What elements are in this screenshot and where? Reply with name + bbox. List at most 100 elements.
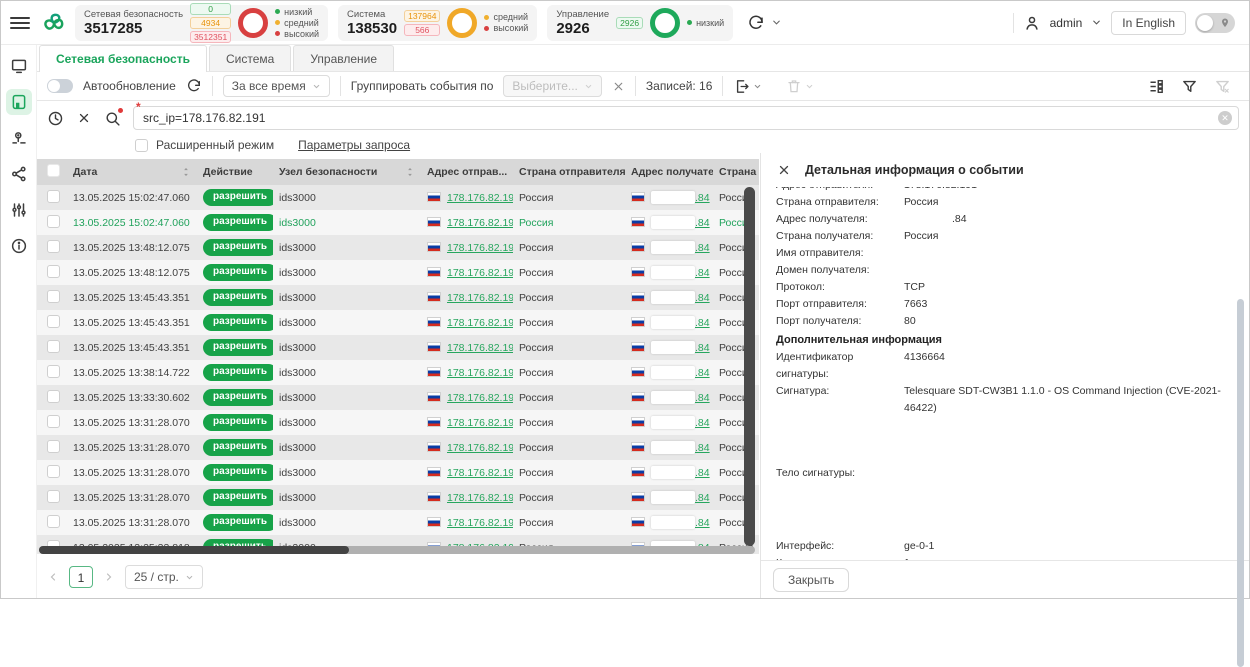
table-row[interactable]: 13.05.2025 13:45:43.351 разрешить ids300…: [37, 310, 759, 335]
row-checkbox[interactable]: [47, 289, 60, 303]
table-row[interactable]: 13.05.2025 15:02:47.060 разрешить ids300…: [37, 185, 759, 210]
row-checkbox[interactable]: [47, 464, 60, 478]
row-checkbox[interactable]: [47, 489, 60, 503]
page-size-select[interactable]: 25 / стр.: [125, 565, 203, 589]
delete-button[interactable]: [786, 78, 814, 94]
row-checkbox[interactable]: [47, 214, 60, 228]
status-card[interactable]: Сетевая безопасность 3517285 0 4934 351235…: [75, 2, 329, 43]
table-row[interactable]: 13.05.2025 13:45:43.351 разрешить ids300…: [37, 285, 759, 310]
table-row[interactable]: 13.05.2025 13:48:12.075 разрешить ids300…: [37, 235, 759, 260]
row-checkbox[interactable]: [47, 364, 60, 378]
dst-ip-link[interactable]: .84: [695, 467, 710, 479]
table-row[interactable]: 13.05.2025 13:33:30.602 разрешить ids300…: [37, 385, 759, 410]
src-ip-link[interactable]: 178.176.82.191: [447, 467, 513, 479]
search-icon[interactable]: [104, 107, 123, 127]
row-checkbox[interactable]: [47, 414, 60, 428]
sidebar-item-info[interactable]: [6, 233, 32, 259]
sidebar-item-dashboard[interactable]: [6, 53, 32, 79]
table-row[interactable]: 13.05.2025 15:02:47.060 разрешить ids300…: [37, 210, 759, 235]
history-icon[interactable]: [47, 110, 64, 127]
src-ip-link[interactable]: 178.176.82.191: [447, 517, 513, 529]
src-ip-link[interactable]: 178.176.82.191: [447, 317, 513, 329]
filter-icon[interactable]: [1181, 78, 1198, 95]
src-ip-link[interactable]: 178.176.82.191: [447, 192, 513, 204]
clear-search-icon[interactable]: [77, 111, 91, 125]
dst-ip-link[interactable]: .84: [695, 392, 710, 404]
sort-icon[interactable]: [181, 166, 191, 178]
time-range-select[interactable]: За все время: [222, 75, 330, 97]
row-checkbox[interactable]: [47, 389, 60, 403]
language-button[interactable]: In English: [1111, 10, 1186, 35]
column-header-node[interactable]: Узел безопасности: [273, 159, 421, 185]
refresh-icon[interactable]: [186, 78, 202, 94]
column-settings-icon[interactable]: [1148, 78, 1165, 95]
row-checkbox[interactable]: [47, 439, 60, 453]
close-button[interactable]: Закрыть: [773, 567, 850, 592]
chevron-down-icon[interactable]: [1091, 17, 1102, 28]
row-checkbox[interactable]: [47, 189, 60, 203]
src-ip-link[interactable]: 178.176.82.191: [447, 367, 513, 379]
column-header-date[interactable]: Дата: [67, 159, 197, 185]
dashboard-refresh[interactable]: [747, 14, 782, 32]
select-all-checkbox[interactable]: [37, 159, 67, 185]
table-row[interactable]: 13.05.2025 13:31:28.070 разрешить ids300…: [37, 410, 759, 435]
horizontal-scrollbar-track[interactable]: [39, 546, 755, 554]
row-checkbox[interactable]: [47, 239, 60, 253]
tab-управление[interactable]: Управление: [293, 45, 395, 71]
dst-ip-link[interactable]: .84: [695, 417, 710, 429]
advanced-mode-checkbox[interactable]: [135, 138, 148, 152]
src-ip-link[interactable]: 178.176.82.191: [447, 442, 513, 454]
dst-ip-link[interactable]: .84: [695, 292, 710, 304]
clear-filter-icon[interactable]: [1214, 78, 1231, 95]
menu-icon[interactable]: [10, 14, 30, 32]
src-ip-link[interactable]: 178.176.82.191: [447, 392, 513, 404]
vertical-scrollbar[interactable]: [744, 187, 755, 546]
autorefresh-toggle[interactable]: [47, 79, 73, 93]
input-clear-icon[interactable]: ✕: [1218, 111, 1232, 125]
sidebar-item-filters[interactable]: [6, 197, 32, 223]
search-input[interactable]: [133, 106, 1239, 130]
table-row[interactable]: 13.05.2025 13:38:14.722 разрешить ids300…: [37, 360, 759, 385]
clear-grouping-icon[interactable]: [612, 80, 625, 93]
src-ip-link[interactable]: 178.176.82.191: [447, 242, 513, 254]
theme-toggle[interactable]: [1195, 12, 1235, 33]
user-menu[interactable]: admin: [1050, 16, 1083, 30]
table-row[interactable]: 13.05.2025 13:31:28.070 разрешить ids300…: [37, 485, 759, 510]
export-button[interactable]: [733, 78, 762, 95]
dst-ip-link[interactable]: .84: [695, 367, 710, 379]
sidebar-item-geo-map[interactable]: [6, 125, 32, 151]
sidebar-item-events-journal[interactable]: [5, 89, 32, 115]
src-ip-link[interactable]: 178.176.82.191: [447, 417, 513, 429]
panel-close-icon[interactable]: [777, 163, 791, 177]
dst-ip-link[interactable]: .84: [695, 492, 710, 504]
column-header-action[interactable]: Действие: [197, 159, 273, 185]
dst-ip-link[interactable]: .84: [695, 342, 710, 354]
sidebar-item-topology[interactable]: [6, 161, 32, 187]
table-row[interactable]: 13.05.2025 13:31:28.070 разрешить ids300…: [37, 435, 759, 460]
query-params-link[interactable]: Параметры запроса: [298, 138, 410, 152]
src-ip-link[interactable]: 178.176.82.191: [447, 217, 513, 229]
src-ip-link[interactable]: 178.176.82.191: [447, 492, 513, 504]
dst-ip-link[interactable]: .84: [695, 317, 710, 329]
pagination-next[interactable]: [103, 571, 115, 583]
column-header-dst_ip[interactable]: Адрес получате...: [625, 159, 713, 185]
dst-ip-link[interactable]: .84: [695, 217, 710, 229]
column-header-dst_country[interactable]: Страна п: [713, 159, 759, 185]
row-checkbox[interactable]: [47, 264, 60, 278]
group-by-select[interactable]: Выберите...: [503, 75, 602, 97]
horizontal-scrollbar-thumb[interactable]: [39, 546, 349, 554]
table-row[interactable]: 13.05.2025 13:48:12.075 разрешить ids300…: [37, 260, 759, 285]
pagination-page-1[interactable]: 1: [69, 566, 93, 588]
table-row[interactable]: 13.05.2025 13:31:28.070 разрешить ids300…: [37, 460, 759, 485]
sort-icon[interactable]: [405, 166, 415, 178]
row-checkbox[interactable]: [47, 514, 60, 528]
status-card[interactable]: Управление 2926 2926 низкий: [547, 4, 734, 41]
src-ip-link[interactable]: 178.176.82.191: [447, 342, 513, 354]
status-card[interactable]: Система 138530 137964 566 средний высокий: [338, 4, 538, 41]
dst-ip-link[interactable]: .84: [695, 192, 710, 204]
table-row[interactable]: 13.05.2025 13:45:43.351 разрешить ids300…: [37, 335, 759, 360]
src-ip-link[interactable]: 178.176.82.191: [447, 267, 513, 279]
tab-система[interactable]: Система: [209, 45, 292, 71]
pagination-prev[interactable]: [47, 571, 59, 583]
refresh-icon[interactable]: [747, 14, 765, 32]
